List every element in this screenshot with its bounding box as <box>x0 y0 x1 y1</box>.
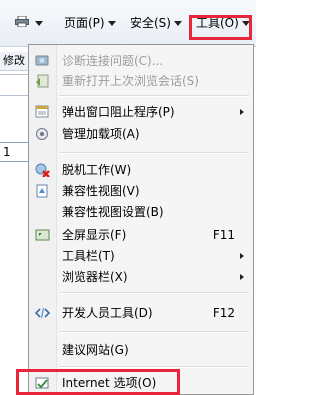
print-dropdown-button[interactable] <box>32 13 43 33</box>
shortcut-f11: F11 <box>212 228 235 242</box>
menu-item-label: 弹出窗口阻止程序(P) <box>62 105 175 119</box>
safety-menu-label: 安全(S) <box>130 16 171 30</box>
menu-item-label: 管理加载项(A) <box>62 127 140 141</box>
chevron-down-icon <box>35 21 43 26</box>
safety-menu-button[interactable]: 安全(S) <box>130 13 182 33</box>
printer-icon[interactable] <box>15 16 29 27</box>
menu-separator <box>59 292 249 294</box>
developer-tools-icon <box>35 307 50 319</box>
tools-dropdown-menu: 诊断连接问题(C)... 重新打开上次浏览会话(S) 弹出窗口阻止程序(P) 管… <box>28 44 254 395</box>
chevron-down-icon <box>173 21 182 26</box>
fullscreen-icon <box>35 229 50 241</box>
menu-item-suggested-sites[interactable]: 建议网站(G) <box>29 340 253 360</box>
menu-item-compatibility-settings[interactable]: 兼容性视图设置(B) <box>29 202 253 222</box>
page-menu-label: 页面(P) <box>64 16 105 30</box>
internet-options-highlight <box>16 369 180 395</box>
background-cell: 1 <box>0 142 30 162</box>
network-diagnose-icon <box>35 55 49 66</box>
menu-item-developer-tools[interactable]: 开发人员工具(D) F12 <box>29 303 253 323</box>
menu-item-label: 工具栏(T) <box>62 249 115 263</box>
menu-item-reopen-session[interactable]: 重新打开上次浏览会话(S) <box>29 71 253 91</box>
menu-item-manage-addons[interactable]: 管理加载项(A) <box>29 124 253 144</box>
compatibility-view-icon <box>36 184 48 198</box>
tools-menu-highlight <box>189 15 252 40</box>
menu-separator <box>59 331 249 333</box>
page-menu-button[interactable]: 页面(P) <box>64 13 116 33</box>
submenu-arrow-icon <box>240 253 244 259</box>
menu-item-label: 兼容性视图设置(B) <box>62 205 164 219</box>
divider <box>0 74 31 75</box>
menu-separator <box>59 366 249 368</box>
menu-item-label: 浏览器栏(X) <box>62 270 128 284</box>
chevron-down-icon <box>107 21 116 26</box>
submenu-arrow-icon <box>240 109 244 115</box>
menu-item-label: 全屏显示(F) <box>62 228 127 242</box>
menu-item-fullscreen[interactable]: 全屏显示(F) F11 <box>29 225 253 245</box>
menu-item-label: 重新打开上次浏览会话(S) <box>62 74 199 88</box>
menu-item-label: 开发人员工具(D) <box>62 306 153 320</box>
submenu-arrow-icon <box>240 274 244 280</box>
menu-item-label: 建议网站(G) <box>62 343 129 357</box>
menu-item-explorer-bars[interactable]: 浏览器栏(X) <box>29 267 253 287</box>
menu-item-label: 兼容性视图(V) <box>62 184 140 198</box>
menu-item-toolbars[interactable]: 工具栏(T) <box>29 246 253 266</box>
menu-item-popup-blocker[interactable]: 弹出窗口阻止程序(P) <box>29 102 253 122</box>
divider <box>0 95 31 96</box>
shortcut-f12: F12 <box>212 306 235 320</box>
menu-separator <box>59 152 249 154</box>
menu-item-label: 脱机工作(W) <box>62 163 132 177</box>
menu-item-label: 诊断连接问题(C)... <box>62 54 164 68</box>
reopen-session-icon <box>36 74 49 88</box>
menu-item-compatibility-view[interactable]: 兼容性视图(V) <box>29 181 253 201</box>
manage-addons-icon <box>36 128 48 140</box>
menu-item-diagnose-connection[interactable]: 诊断连接问题(C)... <box>29 51 253 71</box>
menu-separator <box>59 95 249 97</box>
popup-blocker-icon <box>35 105 49 118</box>
work-offline-icon <box>35 163 50 177</box>
menu-item-work-offline[interactable]: 脱机工作(W) <box>29 160 253 180</box>
background-tab: 修改 <box>0 52 31 71</box>
